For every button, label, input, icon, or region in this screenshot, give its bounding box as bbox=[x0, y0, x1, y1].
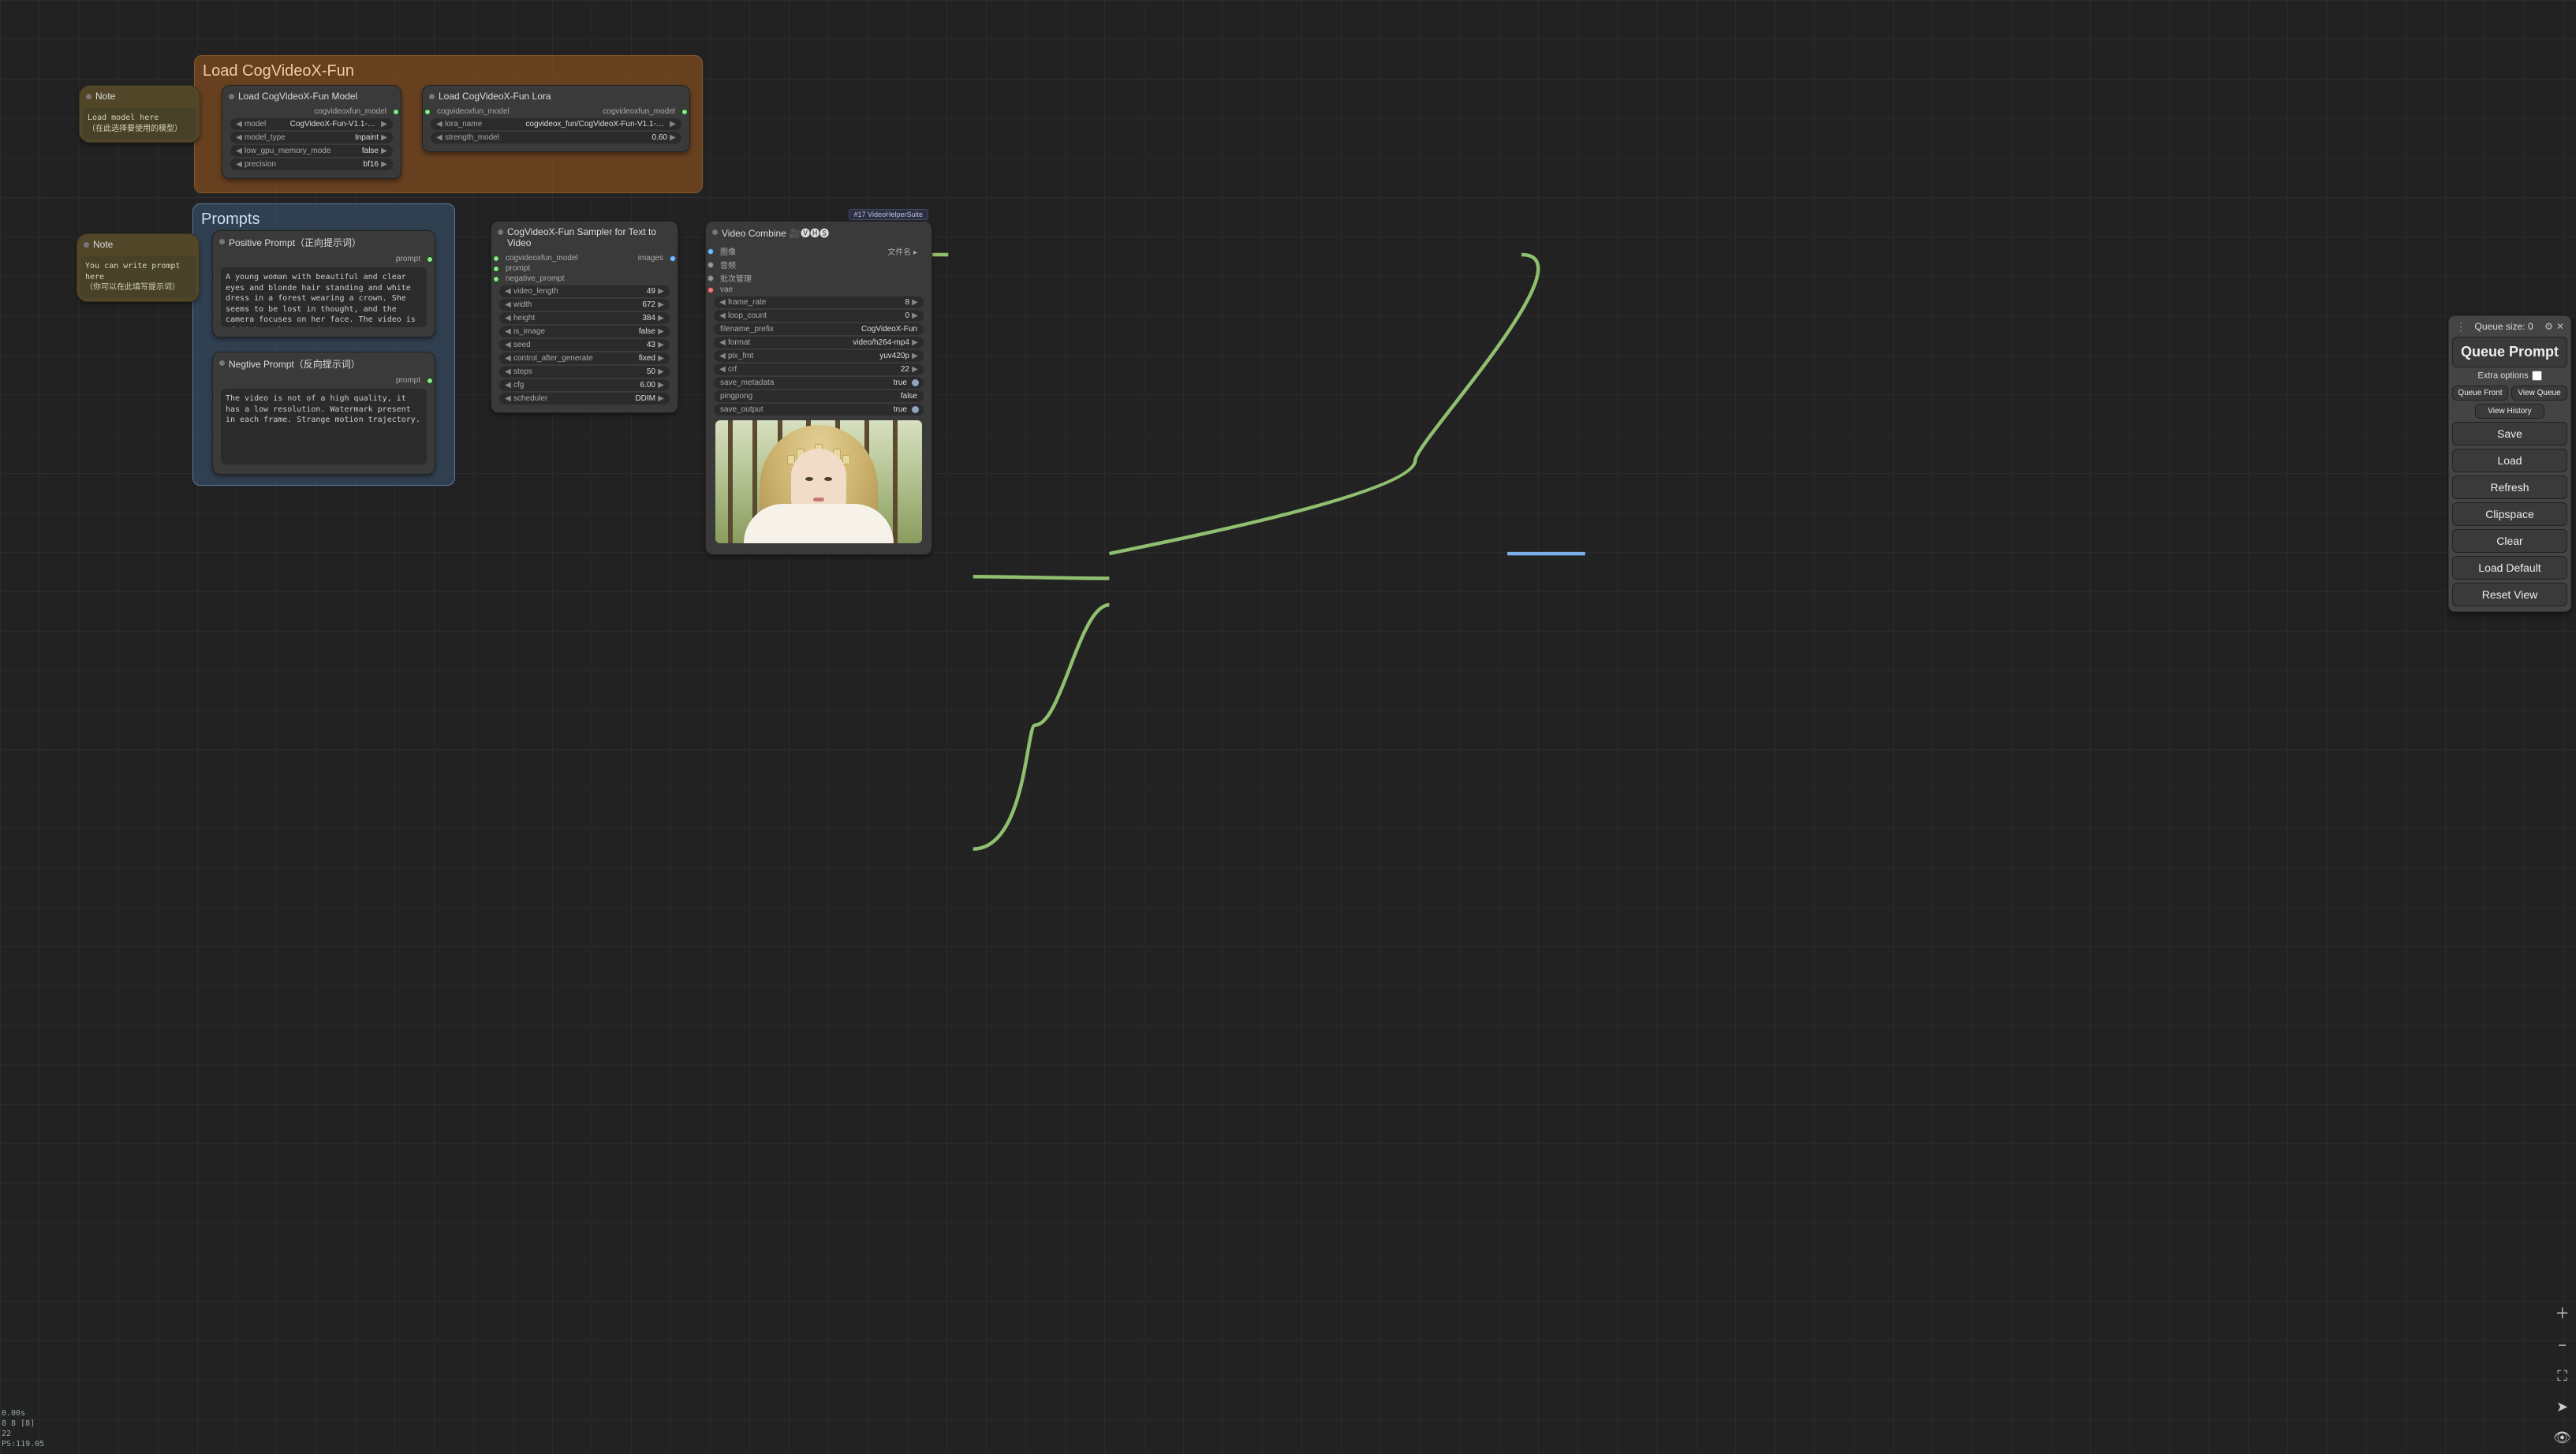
visibility-icon[interactable]: 👁 bbox=[2553, 1430, 2571, 1446]
param-prefix[interactable]: filename_prefixCogVideoX-Fun bbox=[714, 323, 924, 335]
load-default-button[interactable]: Load Default bbox=[2452, 556, 2567, 580]
in-vae: vae bbox=[720, 285, 733, 294]
param-cfg[interactable]: ◀cfg6.00▶ bbox=[499, 379, 670, 391]
param-meta[interactable]: save_metadatatrue bbox=[714, 377, 924, 389]
param-pingpong[interactable]: pingpongfalse bbox=[714, 390, 924, 402]
out-model-lora: cogvideoxfun_model bbox=[603, 107, 675, 116]
in-audio: 音频 bbox=[720, 259, 736, 270]
note-load-title: Note bbox=[80, 86, 200, 105]
param-scheduler[interactable]: ◀schedulerDDIM▶ bbox=[499, 393, 670, 405]
view-queue-button[interactable]: View Queue bbox=[2511, 386, 2567, 401]
save-button[interactable]: Save bbox=[2452, 422, 2567, 446]
gear-icon[interactable]: ⚙ bbox=[2544, 321, 2553, 332]
note-prompt-text[interactable]: You can write prompt here （你可以在此填写提示词） bbox=[80, 256, 196, 298]
clipspace-button[interactable]: Clipspace bbox=[2452, 502, 2567, 526]
zoom-out-icon[interactable]: − bbox=[2558, 1337, 2567, 1354]
extra-options-label: Extra options bbox=[2477, 371, 2528, 380]
in-sampler-model: cogvideoxfun_model bbox=[506, 254, 578, 263]
group-title-prompts: Prompts bbox=[201, 211, 446, 229]
load-button[interactable]: Load bbox=[2452, 449, 2567, 472]
reset-view-button[interactable]: Reset View bbox=[2452, 583, 2567, 606]
node-positive-prompt[interactable]: #75 CogVideoX-Fun Positive Prompt（正向提示词）… bbox=[212, 230, 435, 337]
param-lora-name[interactable]: ◀lora_namecogvideox_fun/CogVideoX-Fun-V1… bbox=[431, 118, 681, 130]
node-load-model-title: Load CogVideoX-Fun Model bbox=[222, 86, 401, 105]
note-prompt[interactable]: Note You can write prompt here （你可以在此填写提… bbox=[77, 233, 200, 302]
queue-size-label: Queue size: bbox=[2475, 321, 2526, 332]
param-control[interactable]: ◀control_after_generatefixed▶ bbox=[499, 352, 670, 364]
node-negative-prompt[interactable]: #73 CogVideoX-Fun Negtive Prompt（反向提示词） … bbox=[212, 352, 435, 475]
refresh-button[interactable]: Refresh bbox=[2452, 475, 2567, 499]
video-preview bbox=[715, 420, 922, 543]
out-filename: 文件名 ▸ bbox=[887, 245, 917, 257]
queue-prompt-button[interactable]: Queue Prompt bbox=[2452, 337, 2567, 367]
node-sampler[interactable]: #88 CogVideoX-Fun CogVideoX-Fun Sampler … bbox=[491, 221, 678, 413]
control-panel[interactable]: ⋮ Queue size: 0 ⚙ ✕ Queue Prompt Extra o… bbox=[2448, 315, 2571, 612]
node-video-combine[interactable]: #17 VideoHelperSuite Video Combine 🎥🅥🅗🅢 … bbox=[705, 221, 932, 555]
param-save-output[interactable]: save_outputtrue bbox=[714, 404, 924, 416]
extra-options-checkbox[interactable] bbox=[2532, 371, 2542, 381]
fullscreen-icon[interactable]: ⛶ bbox=[2557, 1368, 2567, 1385]
neg-prompt-text[interactable]: The video is not of a high quality, it h… bbox=[221, 389, 427, 464]
out-pos-prompt: prompt bbox=[396, 255, 420, 263]
in-images: 图像 bbox=[720, 245, 736, 257]
view-history-button[interactable]: View History bbox=[2475, 404, 2544, 419]
param-model-type[interactable]: ◀model_typeInpaint▶ bbox=[230, 132, 393, 144]
close-icon[interactable]: ✕ bbox=[2556, 321, 2564, 332]
navigate-icon[interactable]: ➤ bbox=[2556, 1399, 2568, 1415]
param-precision[interactable]: ◀precisionbf16▶ bbox=[230, 158, 393, 170]
param-is-image[interactable]: ◀is_imagefalse▶ bbox=[499, 326, 670, 337]
param-framerate[interactable]: ◀frame_rate8▶ bbox=[714, 296, 924, 308]
note-prompt-title: Note bbox=[77, 234, 199, 253]
out-neg-prompt: prompt bbox=[396, 376, 420, 385]
node-load-model[interactable]: #87 CogVideoX-Fun Load CogVideoX-Fun Mod… bbox=[222, 85, 401, 179]
node-load-lora-title: Load CogVideoX-Fun Lora bbox=[423, 86, 689, 105]
zoom-in-icon[interactable]: ＋ bbox=[2555, 1303, 2570, 1323]
queue-size-value: 0 bbox=[2528, 321, 2533, 332]
param-low-gpu[interactable]: ◀low_gpu_memory_modefalse▶ bbox=[230, 145, 393, 157]
note-load[interactable]: Note Load model here （在此选择要使用的模型） bbox=[79, 85, 200, 143]
in-sampler-prompt: prompt bbox=[506, 264, 530, 273]
canvas-controls: ＋ − ⛶ ➤ 👁 bbox=[2553, 1303, 2571, 1446]
param-pixfmt[interactable]: ◀pix_fmtyuv420p▶ bbox=[714, 350, 924, 362]
pos-prompt-text[interactable]: A young woman with beautiful and clear e… bbox=[221, 267, 427, 327]
note-load-text[interactable]: Load model here （在此选择要使用的模型） bbox=[83, 108, 196, 139]
group-title-load: Load CogVideoX-Fun bbox=[203, 62, 694, 80]
queue-front-button[interactable]: Queue Front bbox=[2452, 386, 2508, 401]
param-steps[interactable]: ◀steps50▶ bbox=[499, 366, 670, 378]
param-width[interactable]: ◀width672▶ bbox=[499, 299, 670, 311]
out-images: images bbox=[638, 254, 663, 263]
param-format[interactable]: ◀formatvideo/h264-mp4▶ bbox=[714, 337, 924, 349]
node-sampler-title: CogVideoX-Fun Sampler for Text to Video bbox=[491, 222, 678, 252]
tag-17: #17 VideoHelperSuite bbox=[849, 209, 928, 220]
param-crf[interactable]: ◀crf22▶ bbox=[714, 364, 924, 375]
param-height[interactable]: ◀height384▶ bbox=[499, 312, 670, 324]
node-neg-title: Negtive Prompt（反向提示词） bbox=[213, 352, 435, 374]
in-sampler-neg: negative_prompt bbox=[506, 274, 565, 283]
param-video-length[interactable]: ◀video_length49▶ bbox=[499, 285, 670, 297]
param-model[interactable]: ◀modelCogVideoX-Fun-V1.1-2b-InP▶ bbox=[230, 118, 393, 130]
clear-button[interactable]: Clear bbox=[2452, 529, 2567, 553]
param-seed[interactable]: ◀seed43▶ bbox=[499, 339, 670, 351]
out-model: cogvideoxfun_model bbox=[314, 107, 386, 116]
param-lora-strength[interactable]: ◀strength_model0.60▶ bbox=[431, 132, 681, 144]
in-batch: 批次管理 bbox=[720, 272, 752, 284]
node-combine-title: Video Combine 🎥🅥🅗🅢 bbox=[706, 222, 931, 243]
stats-overlay: 0.00s 8 8 [8] 22 PS:119.05 bbox=[2, 1408, 44, 1449]
node-load-lora[interactable]: #92 CogVideoX-Fun Load CogVideoX-Fun Lor… bbox=[422, 85, 690, 152]
node-pos-title: Positive Prompt（正向提示词） bbox=[213, 231, 435, 252]
drag-handle-icon[interactable]: ⋮ bbox=[2455, 322, 2463, 330]
param-loop[interactable]: ◀loop_count0▶ bbox=[714, 310, 924, 322]
in-model: cogvideoxfun_model bbox=[437, 107, 510, 116]
